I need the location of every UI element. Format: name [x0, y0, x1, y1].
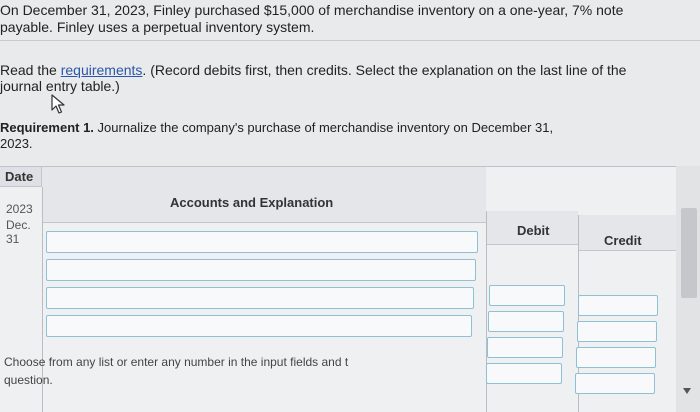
- scroll-down-arrow-icon[interactable]: [683, 388, 691, 394]
- date-year: 2023: [6, 202, 33, 216]
- problem-page: On December 31, 2023, Finley purchased $…: [0, 0, 700, 412]
- date-header: Date: [5, 169, 34, 184]
- credit-input-row-2[interactable]: [577, 321, 657, 342]
- debit-header: Debit: [517, 223, 550, 238]
- scrollbar-thumb[interactable]: [681, 208, 697, 298]
- vertical-scrollbar[interactable]: [676, 166, 700, 412]
- instructions-suffix: . (Record debits first, then credits. Se…: [142, 62, 627, 78]
- requirement-label: Requirement 1.: [0, 120, 94, 135]
- pointer-cursor-icon: [51, 94, 65, 114]
- requirement-text: Journalize the company's purchase of mer…: [93, 120, 554, 135]
- credit-header: Credit: [604, 233, 642, 248]
- debit-input-row-1[interactable]: [489, 285, 565, 306]
- instructions-prefix: Read the: [0, 62, 61, 78]
- debit-input-row-2[interactable]: [488, 311, 564, 332]
- footer-instruction-line-2: question.: [4, 373, 53, 387]
- requirement-line-1: Requirement 1. Journalize the company's …: [0, 120, 553, 135]
- accounts-header: Accounts and Explanation: [170, 195, 334, 210]
- account-input-row-2[interactable]: [46, 259, 476, 281]
- requirement-line-2: 2023.: [0, 136, 33, 151]
- problem-line-1: On December 31, 2023, Finley purchased $…: [0, 2, 624, 18]
- account-input-row-4[interactable]: [46, 315, 472, 337]
- journal-entry-table: Date Accounts and Explanation Debit Cred…: [0, 166, 676, 412]
- credit-input-row-1[interactable]: [578, 295, 658, 316]
- debit-input-row-3[interactable]: [487, 337, 563, 358]
- footer-instruction-line-1: Choose from any list or enter any number…: [4, 355, 349, 369]
- credit-input-row-4[interactable]: [575, 373, 655, 394]
- instructions-line-2: journal entry table.): [0, 78, 120, 94]
- account-input-row-1[interactable]: [46, 231, 478, 253]
- date-day: 31: [6, 232, 20, 246]
- instructions-line-1: Read the requirements. (Record debits fi…: [0, 62, 626, 78]
- requirements-link[interactable]: requirements: [61, 62, 143, 78]
- credit-input-row-3[interactable]: [576, 347, 656, 368]
- account-input-row-3[interactable]: [46, 287, 474, 309]
- date-month: Dec.: [6, 218, 31, 232]
- debit-input-row-4[interactable]: [486, 363, 562, 384]
- problem-line-2: payable. Finley uses a perpetual invento…: [0, 19, 315, 35]
- divider: [0, 40, 700, 41]
